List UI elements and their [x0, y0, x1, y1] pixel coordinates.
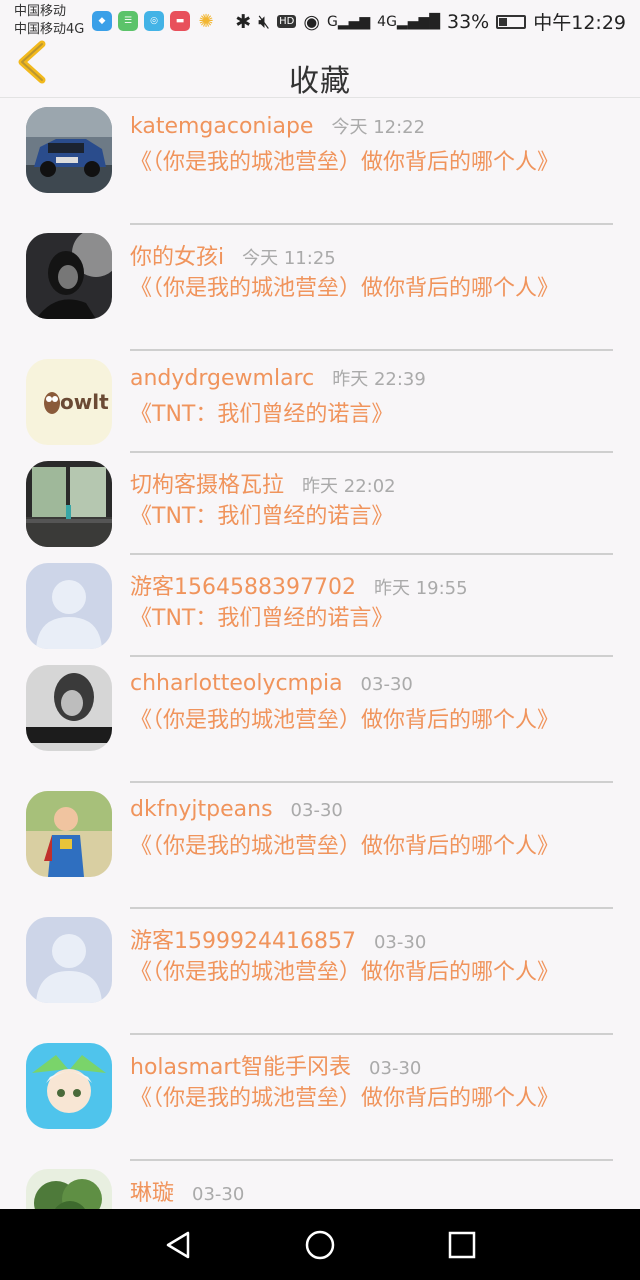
item-meta: 游客1564588397702 昨天 19:55	[130, 569, 613, 603]
item-content: 琳璇 03-30	[130, 1175, 613, 1209]
timestamp: 今天 11:25	[242, 248, 336, 269]
list-item[interactable]: dkfnyjtpeans 03-30 《（你是我的城池营垒）做你背后的哪个人》	[0, 783, 640, 909]
home-nav-icon[interactable]	[304, 1229, 336, 1261]
recents-nav-icon[interactable]	[446, 1229, 478, 1261]
item-meta: 切枸客摄格瓦拉 昨天 22:02	[130, 467, 613, 501]
item-meta: 你的女孩i 今天 11:25	[130, 239, 613, 273]
list-item[interactable]: 游客1564588397702 昨天 19:55 《TNT：我们曾经的诺言》	[0, 555, 640, 657]
username[interactable]: andydrgewmlarc	[130, 366, 314, 391]
collection-title[interactable]: 《TNT：我们曾经的诺言》	[130, 603, 613, 642]
item-content: katemgaconiape 今天 12:22 《（你是我的城池营垒）做你背后的哪个…	[130, 113, 613, 225]
list-item[interactable]: 游客1599924416857 03-30 《（你是我的城池营垒）做你背后的哪个人》	[0, 909, 640, 1035]
username[interactable]: holasmart智能手冈表	[130, 1049, 351, 1081]
username[interactable]: dkfnyjtpeans	[130, 797, 273, 822]
avatar[interactable]	[26, 563, 112, 649]
timestamp: 昨天 19:55	[373, 578, 468, 599]
list-item[interactable]: 琳璇 03-30	[0, 1161, 640, 1209]
item-meta: holasmart智能手冈表 03-30	[130, 1049, 613, 1083]
list-item[interactable]: katemgaconiape 今天 12:22 《（你是我的城池营垒）做你背后的哪个…	[0, 99, 640, 225]
carrier-2: 中国移动4G	[14, 22, 85, 37]
item-meta: 游客1599924416857 03-30	[130, 923, 613, 957]
avatar[interactable]	[26, 461, 112, 547]
hd-icon: HD	[277, 15, 297, 28]
page-header: 收藏	[0, 40, 640, 99]
username[interactable]: 你的女孩i	[130, 239, 224, 271]
clock: 中午12:29	[533, 12, 626, 34]
timestamp: 昨天 22:39	[332, 369, 426, 390]
mute-icon: 🔇︎	[258, 10, 271, 33]
avatar[interactable]	[26, 791, 112, 877]
item-content: 游客1599924416857 03-30 《（你是我的城池营垒）做你背后的哪个人》	[130, 923, 613, 1035]
collection-title[interactable]: 《TNT：我们曾经的诺言》	[130, 399, 613, 438]
list-item[interactable]: chharlotteolycmpia 03-30 《（你是我的城池营垒）做你背后的哪…	[0, 657, 640, 783]
collection-title[interactable]: 《（你是我的城池营垒）做你背后的哪个人》	[130, 1083, 613, 1122]
avatar[interactable]: owlt	[26, 359, 112, 445]
svg-text:owlt: owlt	[60, 390, 109, 414]
avatar[interactable]	[26, 665, 112, 751]
avatar[interactable]	[26, 233, 112, 319]
avatar[interactable]	[26, 1169, 112, 1209]
timestamp: 03-30	[373, 932, 427, 953]
item-meta: chharlotteolycmpia 03-30	[130, 671, 613, 705]
bluetooth-icon: ✱	[235, 10, 252, 33]
username[interactable]: 琳璇	[130, 1175, 174, 1207]
avatar[interactable]	[26, 917, 112, 1003]
chat-app-icon: ☰	[118, 11, 138, 31]
username[interactable]: 游客1564588397702	[130, 569, 356, 601]
notification-icons: ◆ ☰ ◎ ▬ ✺	[92, 10, 216, 32]
system-status: ✱ 🔇︎ HD ◉ G▂▄▆ 4G▂▄▆█ 33% 中午12:29	[235, 8, 626, 35]
username[interactable]: 切枸客摄格瓦拉	[130, 467, 284, 499]
favorites-list[interactable]: katemgaconiape 今天 12:22 《（你是我的城池营垒）做你背后的哪个…	[0, 99, 640, 1209]
bulb-icon: ✺	[198, 10, 214, 32]
battery-icon	[496, 14, 527, 29]
list-item[interactable]: 你的女孩i 今天 11:25 《（你是我的城池营垒）做你背后的哪个人》	[0, 225, 640, 351]
timestamp: 昨天 22:02	[302, 476, 396, 497]
username[interactable]: 游客1599924416857	[130, 923, 356, 955]
wifi-app-icon: ◎	[144, 11, 164, 31]
item-content: holasmart智能手冈表 03-30 《（你是我的城池营垒）做你背后的哪个人》	[130, 1049, 613, 1161]
item-content: dkfnyjtpeans 03-30 《（你是我的城池营垒）做你背后的哪个人》	[130, 797, 613, 909]
username[interactable]: chharlotteolycmpia	[130, 671, 343, 696]
item-content: 你的女孩i 今天 11:25 《（你是我的城池营垒）做你背后的哪个人》	[130, 239, 613, 351]
red-app-icon: ▬	[170, 11, 190, 31]
navigation-bar	[0, 1209, 640, 1280]
list-item[interactable]: holasmart智能手冈表 03-30 《（你是我的城池营垒）做你背后的哪个人》	[0, 1035, 640, 1161]
collection-title[interactable]: 《（你是我的城池营垒）做你背后的哪个人》	[130, 705, 613, 744]
collection-title[interactable]: 《TNT：我们曾经的诺言》	[130, 501, 613, 540]
collection-title[interactable]: 《（你是我的城池营垒）做你背后的哪个人》	[130, 831, 613, 870]
username[interactable]: katemgaconiape	[130, 114, 313, 139]
signal-1: G▂▄▆	[326, 13, 371, 30]
timestamp: 03-30	[360, 674, 413, 695]
avatar[interactable]	[26, 1043, 112, 1129]
item-content: andydrgewmlarc 昨天 22:39 《TNT：我们曾经的诺言》	[130, 365, 613, 453]
carrier-1: 中国移动	[14, 4, 67, 19]
back-nav-icon[interactable]	[162, 1229, 194, 1261]
timestamp: 03-30	[369, 1058, 422, 1079]
item-content: 切枸客摄格瓦拉 昨天 22:02 《TNT：我们曾经的诺言》	[130, 467, 613, 555]
shield-app-icon: ◆	[92, 11, 112, 31]
collection-title[interactable]: 《（你是我的城池营垒）做你背后的哪个人》	[130, 147, 613, 186]
list-item[interactable]: owlt andydrgewmlarc 昨天 22:39 《TNT：我们曾经的诺言》	[0, 351, 640, 453]
timestamp: 今天 12:22	[331, 117, 426, 138]
battery-percent: 33%	[447, 10, 490, 33]
carrier-info: 中国移动 中国移动4G	[14, 3, 84, 39]
collection-title[interactable]: 《（你是我的城池营垒）做你背后的哪个人》	[130, 957, 613, 996]
item-meta: katemgaconiape 今天 12:22	[130, 113, 613, 147]
item-meta: dkfnyjtpeans 03-30	[130, 797, 613, 831]
timestamp: 03-30	[192, 1184, 245, 1205]
timestamp: 03-30	[290, 800, 343, 821]
item-content: chharlotteolycmpia 03-30 《（你是我的城池营垒）做你背后的哪…	[130, 671, 613, 783]
list-item[interactable]: 切枸客摄格瓦拉 昨天 22:02 《TNT：我们曾经的诺言》	[0, 453, 640, 555]
signal-2: 4G▂▄▆█	[377, 13, 440, 30]
page-title: 收藏	[289, 64, 351, 99]
item-meta: andydrgewmlarc 昨天 22:39	[130, 365, 613, 399]
avatar[interactable]	[26, 107, 112, 193]
collection-title[interactable]: 《（你是我的城池营垒）做你背后的哪个人》	[130, 273, 613, 312]
status-bar: 中国移动 中国移动4G ◆ ☰ ◎ ▬ ✺ ✱ 🔇︎ HD ◉ G▂▄▆ 4G▂…	[0, 0, 640, 42]
item-meta: 琳璇 03-30	[130, 1175, 613, 1209]
eye-icon: ◉	[303, 10, 320, 33]
item-content: 游客1564588397702 昨天 19:55 《TNT：我们曾经的诺言》	[130, 569, 613, 657]
